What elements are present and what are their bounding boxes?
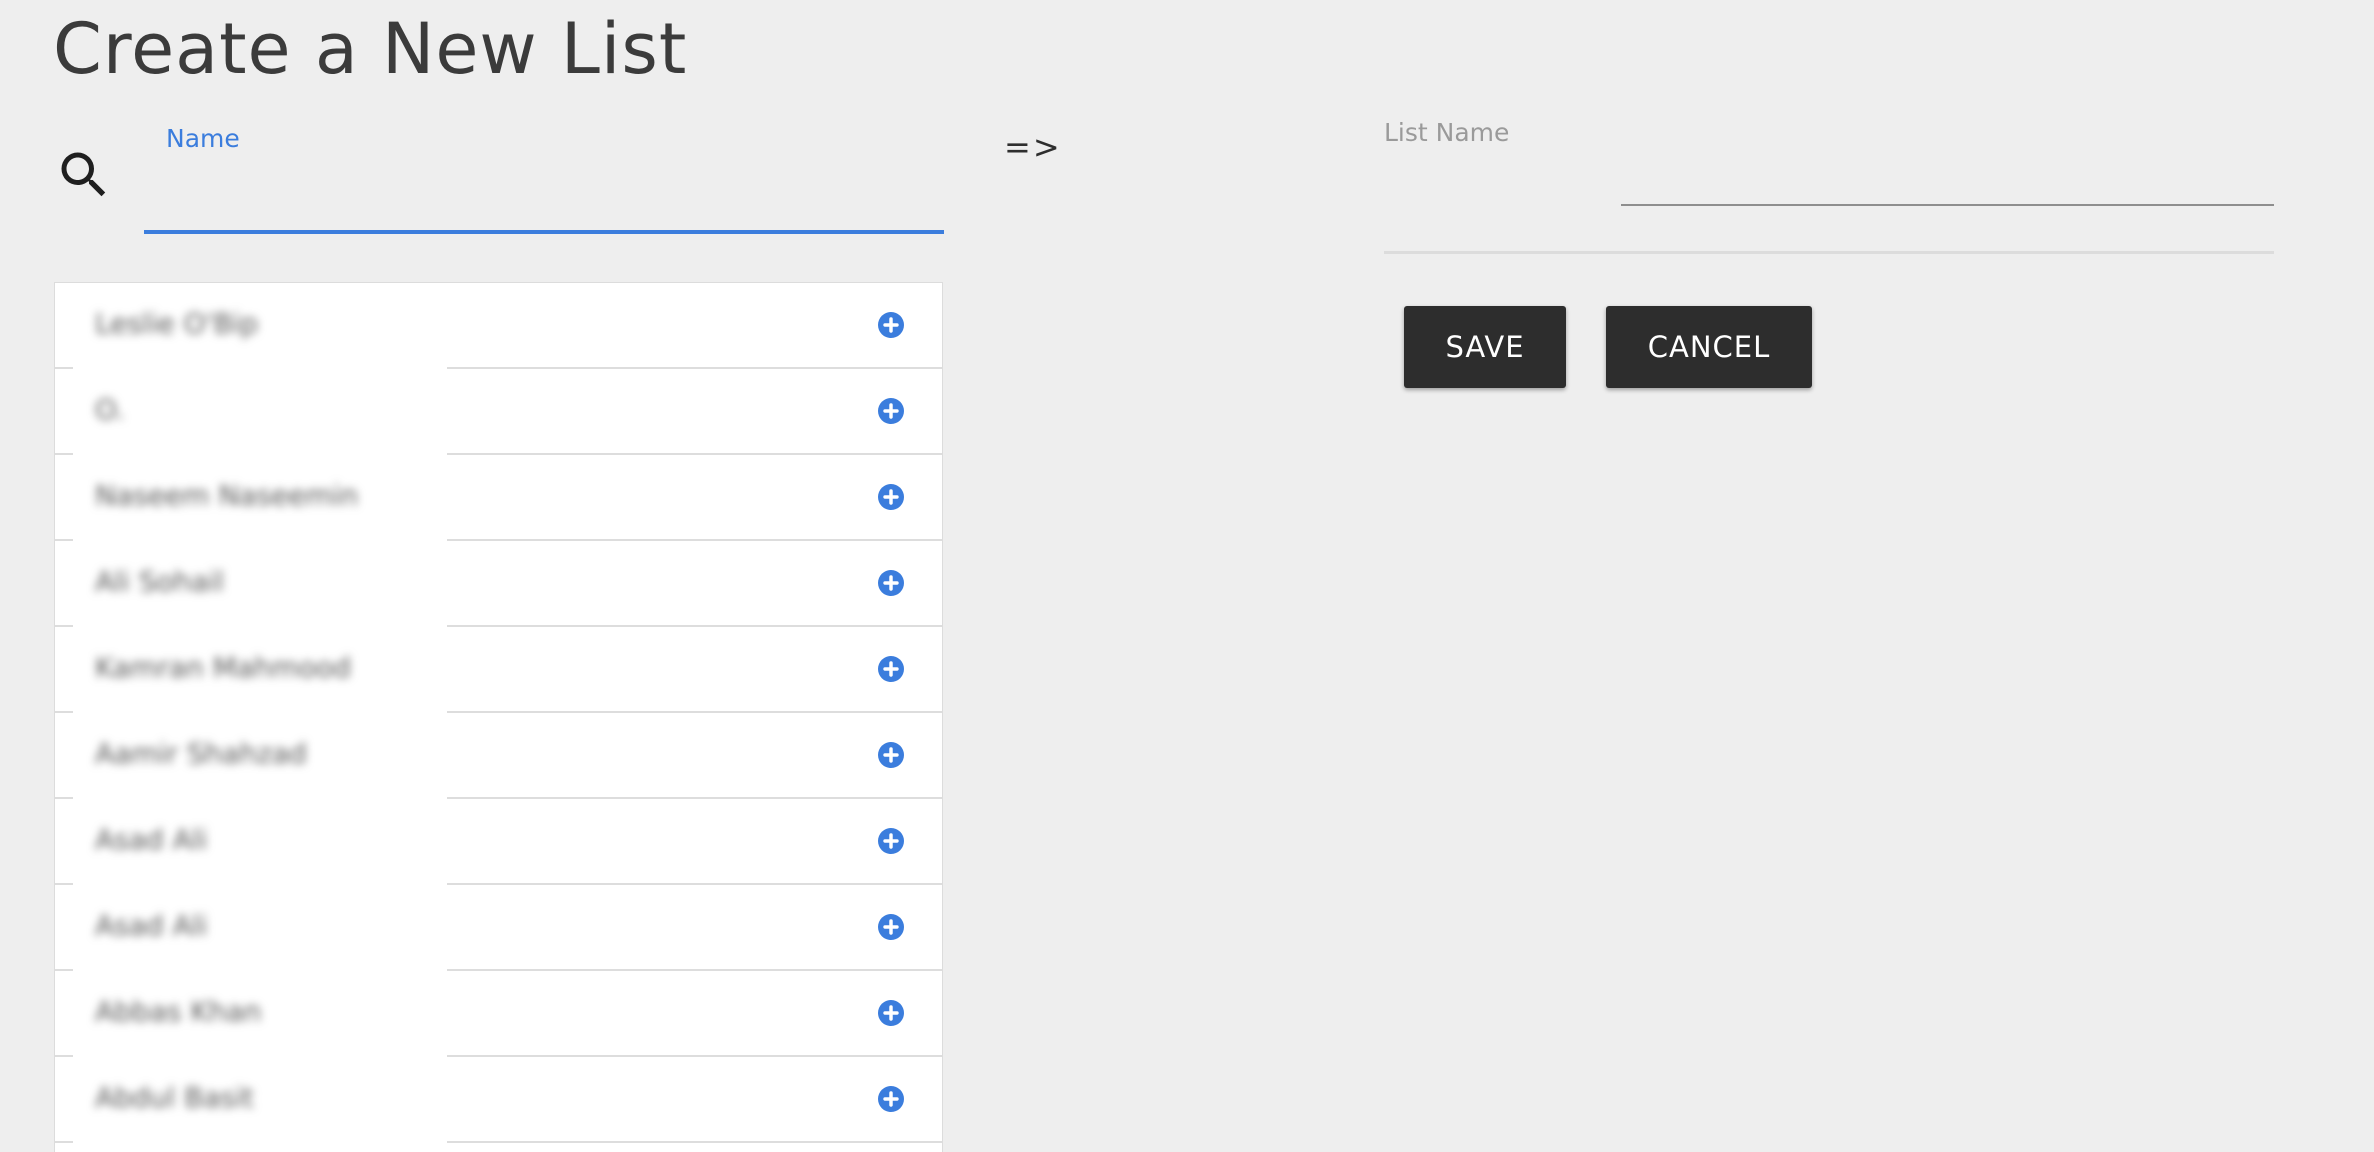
arrow-indicator: => bbox=[1004, 128, 1062, 166]
list-item: O. bbox=[55, 369, 942, 455]
list-item-name: Ali Sohail bbox=[95, 565, 224, 598]
add-circle-icon[interactable] bbox=[878, 656, 904, 682]
list-item-name: Kamran Mahmood bbox=[95, 651, 351, 684]
add-circle-icon[interactable] bbox=[878, 742, 904, 768]
add-circle-icon[interactable] bbox=[878, 1086, 904, 1112]
add-circle-icon[interactable] bbox=[878, 1000, 904, 1026]
save-button[interactable]: SAVE bbox=[1404, 306, 1566, 388]
create-list-page: Create a New List Name => Leslie O'Bip O.… bbox=[0, 0, 2374, 1152]
people-list: Leslie O'Bip O. Naseem Naseemin Ali Sohail K… bbox=[54, 282, 943, 1152]
cancel-button[interactable]: CANCEL bbox=[1606, 306, 1812, 388]
list-item-name: Abbas Khan bbox=[95, 995, 262, 1028]
list-item: Asad Ali bbox=[55, 885, 942, 971]
list-item-name: Asad Ali bbox=[95, 823, 208, 856]
list-item: Naseem Naseemin bbox=[55, 455, 942, 541]
list-item: Asad Ali bbox=[55, 799, 942, 885]
list-item: Leslie O'Bip bbox=[55, 283, 942, 369]
add-circle-icon[interactable] bbox=[878, 914, 904, 940]
add-circle-icon[interactable] bbox=[878, 398, 904, 424]
add-circle-icon[interactable] bbox=[878, 484, 904, 510]
row-divider-mask bbox=[73, 1139, 447, 1143]
list-item-name: Abdul Basit bbox=[95, 1081, 254, 1114]
list-item: Aamir Shahzad bbox=[55, 713, 942, 799]
page-title: Create a New List bbox=[53, 8, 688, 90]
search-icon bbox=[61, 152, 106, 197]
name-search-input[interactable] bbox=[144, 160, 944, 234]
list-item-name: O. bbox=[95, 393, 125, 426]
list-item: Kamran Mahmood bbox=[55, 627, 942, 713]
add-circle-icon[interactable] bbox=[878, 312, 904, 338]
add-circle-icon[interactable] bbox=[878, 828, 904, 854]
list-item: Abbas Khan bbox=[55, 971, 942, 1057]
list-item: Abdul Basit bbox=[55, 1057, 942, 1143]
list-item: Ali Sohail bbox=[55, 541, 942, 627]
add-circle-icon[interactable] bbox=[878, 570, 904, 596]
list-item-name: Asad Ali bbox=[95, 909, 208, 942]
list-item-name: Leslie O'Bip bbox=[95, 307, 259, 340]
list-item-name: Naseem Naseemin bbox=[95, 479, 359, 512]
form-divider bbox=[1384, 251, 2274, 254]
list-item-name: Aamir Shahzad bbox=[95, 737, 307, 770]
list-name-label: List Name bbox=[1384, 118, 1510, 147]
name-field-label: Name bbox=[166, 124, 240, 153]
list-name-input[interactable] bbox=[1621, 150, 2274, 206]
